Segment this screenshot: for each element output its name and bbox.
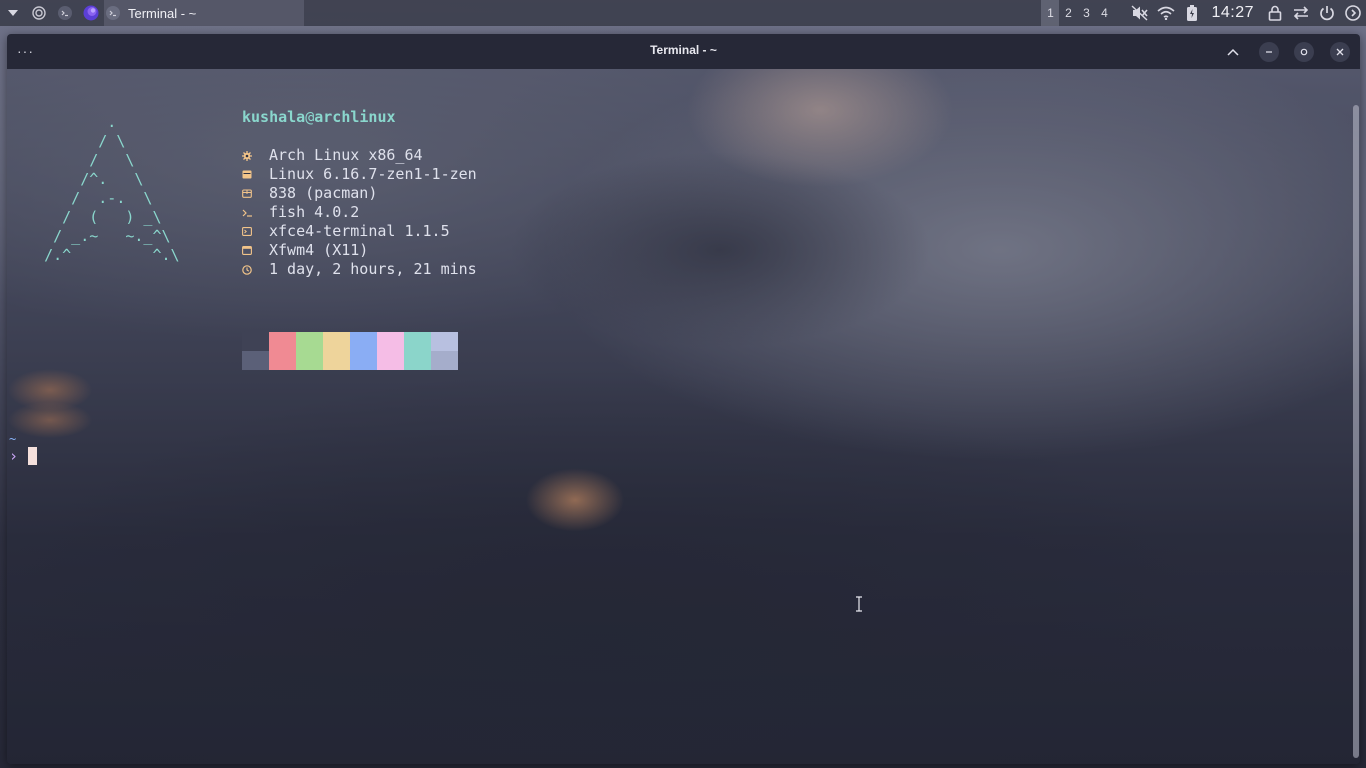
palette-normal-swatch-3 <box>323 332 350 351</box>
info-kernel-value: Linux 6.16.7-zen1-1-zen <box>269 165 477 183</box>
target-icon[interactable] <box>26 0 52 26</box>
info-os: Arch Linux x86_64 <box>242 146 477 165</box>
workspace-4[interactable]: 4 <box>1095 0 1113 26</box>
info-uptime: 1 day, 2 hours, 21 mins <box>242 260 477 279</box>
text-cursor <box>28 446 38 465</box>
switch-user-icon[interactable] <box>1288 0 1314 26</box>
palette-normal-row <box>242 332 458 351</box>
terminal-area[interactable]: . / \ / \ /^. \ / .-. \ / ( ) _\ / _.~ ~… <box>7 69 1360 764</box>
terminal-task-icon <box>106 6 120 20</box>
scrollbar[interactable] <box>1353 105 1359 758</box>
info-shell: fish 4.0.2 <box>242 203 477 222</box>
minimize-button[interactable] <box>1259 42 1279 62</box>
at-sign: @ <box>305 108 315 126</box>
info-wm-value: Xfwm4 (X11) <box>269 241 369 259</box>
shell-icon <box>242 209 269 217</box>
wifi-icon[interactable] <box>1153 0 1179 26</box>
palette-bright-row <box>242 351 458 370</box>
info-shell-value: fish 4.0.2 <box>269 203 360 221</box>
battery-icon[interactable] <box>1179 0 1205 26</box>
terminal-icon[interactable] <box>52 0 78 26</box>
workspace-2[interactable]: 2 <box>1059 0 1077 26</box>
palette-bright-swatch-7 <box>431 351 458 370</box>
workspace-3[interactable]: 3 <box>1077 0 1095 26</box>
palette-bright-swatch-4 <box>350 351 377 370</box>
close-icon <box>1336 48 1344 56</box>
panel-launchers: Terminal - ~ <box>0 0 304 26</box>
window-titlebar[interactable]: ··· Terminal - ~ <box>7 34 1360 69</box>
kernel-icon <box>242 170 269 179</box>
whisker-menu-icon[interactable] <box>0 0 26 26</box>
palette-bright-swatch-0 <box>242 351 269 370</box>
minimize-icon <box>1266 51 1272 53</box>
palette-bright-swatch-6 <box>404 351 431 370</box>
user-host: kushala@archlinux <box>242 108 477 127</box>
prompt-symbol: › <box>9 446 19 465</box>
palette-normal-swatch-1 <box>269 332 296 351</box>
system-info: kushala@archlinux Arch Linux x86_64 Linu… <box>242 108 477 279</box>
arch-gear-icon <box>242 150 269 161</box>
clock-icon <box>242 264 269 275</box>
window-manager-icon <box>242 246 269 255</box>
info-os-value: Arch Linux x86_64 <box>269 146 423 164</box>
arch-ascii-logo: . / \ / \ /^. \ / .-. \ / ( ) _\ / _.~ ~… <box>44 113 180 264</box>
volume-muted-icon[interactable] <box>1127 0 1153 26</box>
info-uptime-value: 1 day, 2 hours, 21 mins <box>269 260 477 278</box>
maximize-button[interactable] <box>1294 42 1314 62</box>
palette-bright-swatch-5 <box>377 351 404 370</box>
taskbar-terminal-button[interactable]: Terminal - ~ <box>104 0 304 26</box>
browser-icon[interactable] <box>78 0 104 26</box>
terminal-icon <box>242 227 269 236</box>
info-wm: Xfwm4 (X11) <box>242 241 477 260</box>
palette-normal-swatch-2 <box>296 332 323 351</box>
prompt-line[interactable]: › <box>9 446 38 465</box>
shade-button[interactable] <box>1223 42 1243 62</box>
info-terminal: xfce4-terminal 1.1.5 <box>242 222 477 241</box>
prompt-directory: ~ <box>9 432 17 446</box>
maximize-icon <box>1300 48 1308 56</box>
palette-normal-swatch-4 <box>350 332 377 351</box>
info-packages: 838 (pacman) <box>242 184 477 203</box>
close-button[interactable] <box>1330 42 1350 62</box>
info-packages-value: 838 (pacman) <box>269 184 378 202</box>
palette-normal-swatch-7 <box>431 332 458 351</box>
palette-bright-swatch-3 <box>323 351 350 370</box>
panel-right: 1 2 3 4 14:27 <box>1041 0 1366 26</box>
info-kernel: Linux 6.16.7-zen1-1-zen <box>242 165 477 184</box>
palette-normal-swatch-5 <box>377 332 404 351</box>
top-panel: Terminal - ~ 1 2 3 4 14:27 <box>0 0 1366 26</box>
terminal-window: ··· Terminal - ~ . / \ / \ /^. \ / .-. \… <box>7 34 1360 764</box>
chevron-up-icon <box>1227 48 1239 56</box>
color-palette <box>242 332 458 370</box>
hostname: archlinux <box>314 108 396 126</box>
palette-normal-swatch-0 <box>242 332 269 351</box>
info-terminal-value: xfce4-terminal 1.1.5 <box>269 222 450 240</box>
workspace-1[interactable]: 1 <box>1041 0 1060 26</box>
username: kushala <box>242 108 306 126</box>
package-icon <box>242 189 269 198</box>
power-icon[interactable] <box>1314 0 1340 26</box>
lock-icon[interactable] <box>1262 0 1288 26</box>
panel-clock[interactable]: 14:27 <box>1211 4 1254 22</box>
palette-normal-swatch-6 <box>404 332 431 351</box>
window-title: Terminal - ~ <box>650 43 717 57</box>
taskbar-terminal-label: Terminal - ~ <box>128 5 197 21</box>
palette-bright-swatch-1 <box>269 351 296 370</box>
palette-bright-swatch-2 <box>296 351 323 370</box>
ibeam-cursor-icon <box>856 596 862 612</box>
logout-icon[interactable] <box>1340 0 1366 26</box>
